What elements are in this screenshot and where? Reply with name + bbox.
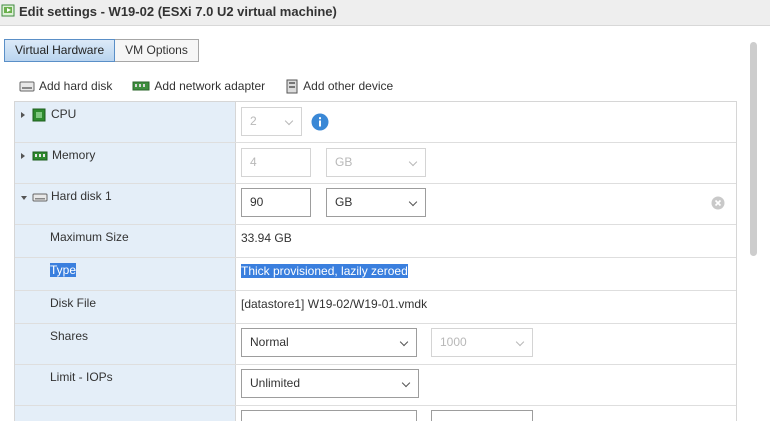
hardware-grid: CPU 2 Memory 4 GB Hard disk 1 90 GB Maxi… [14,101,737,421]
disk-type-row: Type Thick provisioned, lazily zeroed [15,258,736,291]
shares-amount-value: 1000 [440,335,467,349]
expand-cpu-toggle[interactable] [21,112,25,118]
device-icon [286,79,298,93]
cpu-count-value: 2 [250,114,257,128]
scrollbar-thumb[interactable] [750,42,757,256]
hard-disk-unit-select[interactable]: GB [326,188,426,217]
add-network-adapter-label: Add network adapter [154,79,266,93]
limit-iops-select[interactable]: Unlimited [241,369,419,398]
add-hard-disk-button[interactable]: Add hard disk [19,79,112,93]
disk-type-value: Thick provisioned, lazily zeroed [241,264,408,278]
collapse-hard-disk-toggle[interactable] [21,196,27,200]
add-network-adapter-button[interactable]: Add network adapter [132,79,265,93]
max-size-value: 33.94 GB [241,231,292,245]
next-row-select[interactable] [241,410,417,421]
memory-row: Memory 4 GB [15,143,736,184]
hardware-toolbar: Add hard disk Add network adapter Add ot… [19,77,413,95]
hard-disk-unit-value: GB [335,195,353,209]
memory-size-input[interactable]: 4 [241,148,311,177]
disk-file-row: Disk File [datastore1] W19-02/W19-01.vmd… [15,291,736,324]
remove-icon[interactable] [711,196,725,210]
add-hard-disk-label: Add hard disk [39,79,113,93]
disk-type-label: Type [50,263,77,277]
vm-icon [1,4,15,17]
hard-disk-row: Hard disk 1 90 GB [15,184,736,225]
shares-row: Shares Normal 1000 [15,324,736,365]
settings-tabs: Virtual Hardware VM Options [4,39,199,62]
cpu-label: CPU [51,107,77,121]
limit-iops-value: Unlimited [250,376,301,390]
hard-disk-icon [32,193,48,202]
disk-file-label: Disk File [50,296,97,310]
shares-label: Shares [50,329,89,343]
shares-amount-select[interactable]: 1000 [431,328,533,357]
expand-memory-toggle[interactable] [21,153,25,159]
shares-level-select[interactable]: Normal [241,328,417,357]
limit-iops-label: Limit - IOPs [50,370,113,384]
memory-unit-select[interactable]: GB [326,148,426,177]
hard-disk-label: Hard disk 1 [51,189,112,203]
hard-disk-size-input[interactable]: 90 [241,188,311,217]
memory-label: Memory [52,148,96,162]
tab-virtual-hardware[interactable]: Virtual Hardware [4,39,116,62]
add-other-device-label: Add other device [303,79,394,93]
max-size-row: Maximum Size 33.94 GB [15,225,736,258]
nic-icon [132,81,150,91]
cpu-row: CPU 2 [15,102,736,143]
disk-file-value: [datastore1] W19-02/W19-01.vmdk [241,297,428,311]
next-row-select-2[interactable] [431,410,533,421]
limit-iops-row: Limit - IOPs Unlimited [15,365,736,406]
memory-unit-value: GB [335,155,353,169]
dialog-titlebar: Edit settings - W19-02 (ESXi 7.0 U2 virt… [0,0,770,26]
disk-icon [19,81,35,92]
hard-disk-size-value: 90 [250,195,264,209]
tab-vm-options[interactable]: VM Options [115,39,199,62]
info-icon[interactable] [311,113,329,131]
dialog-title: Edit settings - W19-02 (ESXi 7.0 U2 virt… [19,4,337,19]
memory-size-value: 4 [250,155,257,169]
add-other-device-button[interactable]: Add other device [285,79,393,94]
vertical-scrollbar[interactable] [749,38,759,414]
cpu-icon [32,108,46,122]
shares-level-value: Normal [250,335,289,349]
max-size-label: Maximum Size [50,230,129,244]
memory-icon [32,151,48,161]
cpu-count-select[interactable]: 2 [241,107,302,136]
